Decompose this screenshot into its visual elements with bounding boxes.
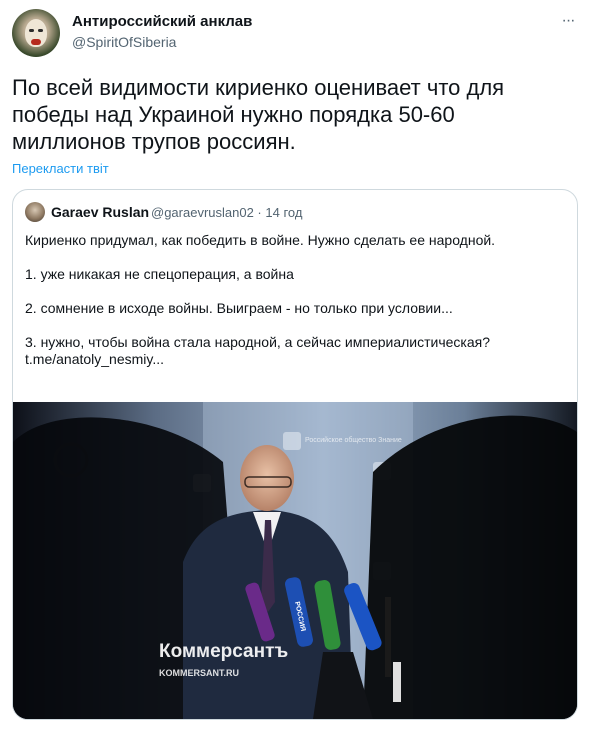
quoted-tweet-card[interactable]: Garaev Ruslan @garaevruslan02 · 14 год К… [12, 189, 578, 720]
backdrop-text: Российское общество Знание [305, 436, 402, 444]
quoted-link[interactable]: t.me/anatoly_nesmiy... [25, 351, 565, 368]
quoted-display-name: Garaev Ruslan [51, 204, 150, 220]
quoted-line-2: 2. сомнение в исходе войны. Выиграем - н… [25, 300, 453, 316]
quoted-avatar [25, 202, 45, 222]
quoted-handle-and-time: @garaevruslan02 · 14 год [151, 205, 303, 220]
quoted-body: Кириенко придумал, как победить в войне.… [25, 232, 565, 368]
watermark-brand: Коммерсантъ [159, 641, 288, 662]
quoted-line-intro: Кириенко придумал, как победить в войне.… [25, 232, 496, 248]
author-display-name[interactable]: Антироссийский анклав [72, 13, 252, 30]
tweet-text: По всей видимости кириенко оценивает что… [12, 75, 505, 154]
translate-tweet-link[interactable]: Перекласти твіт [12, 161, 109, 176]
author-handle[interactable]: @SpiritOfSiberia [72, 34, 176, 50]
quoted-line-3: 3. нужно, чтобы война стала народной, а … [25, 334, 491, 350]
avatar-mouth [31, 39, 41, 45]
quoted-photo[interactable]: Российское общество Знание РОССИЯ Коммер… [13, 402, 577, 719]
avatar-eye-right [38, 29, 43, 32]
more-dots-icon[interactable]: ··· [556, 12, 580, 32]
author-avatar[interactable] [12, 9, 60, 57]
avatar-eye-left [29, 29, 34, 32]
quoted-line-1: 1. уже никакая не спецоперация, а война [25, 266, 294, 282]
speaker-head [240, 445, 294, 511]
watermark-url: KOMMERSANT.RU [159, 668, 239, 678]
